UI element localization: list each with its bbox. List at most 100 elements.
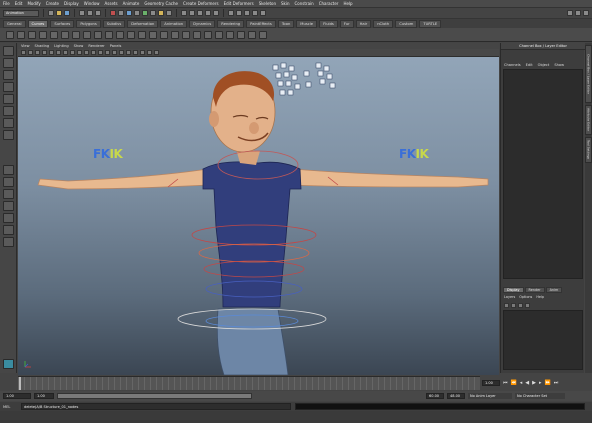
current-frame-field[interactable]: 1.00 [482, 380, 500, 386]
shadows-icon[interactable] [126, 50, 131, 55]
bookmark-icon[interactable] [35, 50, 40, 55]
shelf-tab-toon[interactable]: Toon [277, 19, 295, 28]
outliner-layout-icon[interactable] [3, 237, 14, 247]
wireframe-on-shaded-icon[interactable] [105, 50, 110, 55]
move-layer-down-icon[interactable] [511, 302, 516, 308]
paint-select-tool-icon[interactable] [3, 70, 14, 80]
select-dynamics-icon[interactable] [150, 10, 156, 16]
safe-action-icon[interactable] [84, 50, 89, 55]
menu-create[interactable]: Create [46, 1, 59, 6]
render-view-icon[interactable] [236, 10, 242, 16]
menu-file[interactable]: File [3, 1, 10, 6]
channels-menu[interactable]: Channels [504, 63, 521, 67]
command-input[interactable]: delete(A/B Structure_01_nodes [21, 403, 291, 410]
menu-skin[interactable]: Skin [281, 1, 290, 6]
viewport-menu-panels[interactable]: Panels [110, 44, 122, 48]
isolate-select-icon[interactable] [147, 50, 152, 55]
attach-curves-icon[interactable] [83, 30, 91, 39]
last-tool-icon[interactable] [3, 130, 14, 140]
textured-icon[interactable] [112, 50, 117, 55]
menu-animate[interactable]: Animate [123, 1, 140, 6]
new-layer-icon[interactable] [518, 302, 523, 308]
resolution-gate-icon[interactable] [63, 50, 68, 55]
shelf-tab-muscle[interactable]: Muscle [296, 19, 318, 28]
range-end-field[interactable]: 60.00 [426, 393, 444, 399]
camera-attributes-icon[interactable] [28, 50, 33, 55]
playback-range-bar[interactable] [57, 393, 252, 399]
planar-icon[interactable] [182, 30, 190, 39]
menu-edit[interactable]: Edit [15, 1, 23, 6]
start-time-field[interactable]: 1.00 [3, 393, 31, 399]
range-start-field[interactable]: 1.00 [34, 393, 54, 399]
image-plane-icon[interactable] [42, 50, 47, 55]
tab-anim[interactable]: Anim [545, 286, 563, 293]
go-to-end-icon[interactable]: ⏭ [554, 380, 559, 386]
time-slider[interactable] [18, 376, 499, 390]
xray-joints-icon[interactable] [140, 50, 145, 55]
menu-help[interactable]: Help [343, 1, 352, 6]
go-to-start-icon[interactable]: ⏮ [503, 380, 508, 386]
end-time-field[interactable]: 48.00 [447, 393, 465, 399]
show-attribute-editor-icon[interactable] [567, 10, 573, 16]
viewport-menu-shading[interactable]: Shading [35, 44, 50, 48]
menu-geometry-cache[interactable]: Geometry Cache [144, 1, 178, 6]
step-back-frame-icon[interactable]: ◂ [520, 380, 523, 386]
square-icon[interactable] [61, 30, 69, 39]
select-deformations-icon[interactable] [142, 10, 148, 16]
revolve-icon[interactable] [149, 30, 157, 39]
field-chart-icon[interactable] [77, 50, 82, 55]
shelf-tab-general[interactable]: General [3, 19, 26, 28]
shelf-tab-painteffects[interactable]: PaintEffects [246, 19, 276, 28]
menu-constrain[interactable]: Constrain [295, 1, 314, 6]
render-settings-icon[interactable] [260, 10, 266, 16]
shelf-tab-subdivs[interactable]: Subdivs [102, 19, 126, 28]
menu-set-dropdown[interactable]: Animation [3, 9, 39, 17]
viewport-menu-lighting[interactable]: Lighting [54, 44, 69, 48]
shelf-tab-fur[interactable]: Fur [339, 19, 354, 28]
detach-curves-icon[interactable] [94, 30, 102, 39]
snap-view-plane-icon[interactable] [205, 10, 211, 16]
open-scene-icon[interactable] [56, 10, 62, 16]
shelf-tab-ncloth[interactable]: nCloth [373, 19, 394, 28]
select-misc-icon[interactable] [166, 10, 172, 16]
select-component-icon[interactable] [95, 10, 101, 16]
menu-assets[interactable]: Assets [105, 1, 118, 6]
persp-graph-layout-icon[interactable] [3, 213, 14, 223]
shelf-tab-deformation[interactable]: Deformation [127, 19, 159, 28]
persp-outliner-layout-icon[interactable] [3, 201, 14, 211]
select-tool-icon[interactable] [3, 46, 14, 56]
shelf-tab-hair[interactable]: Hair [355, 19, 372, 28]
step-forward-frame-icon[interactable]: ▸ [539, 380, 542, 386]
current-time-marker[interactable] [19, 377, 21, 390]
show-menu[interactable]: Show [554, 63, 564, 67]
shelf-tab-turtle[interactable]: TURTLE [419, 19, 442, 28]
viewport-menu-renderer[interactable]: Renderer [88, 44, 104, 48]
make-live-icon[interactable] [213, 10, 219, 16]
fillet-icon[interactable] [259, 30, 267, 39]
fkik-switch-left[interactable]: FKIK [93, 147, 123, 161]
save-scene-icon[interactable] [64, 10, 70, 16]
project-curve-icon[interactable] [237, 30, 245, 39]
channel-list[interactable] [503, 69, 583, 279]
scale-tool-icon[interactable] [3, 106, 14, 116]
tab-render[interactable]: Render [524, 286, 545, 293]
play-forwards-icon[interactable]: ▶ [532, 380, 536, 386]
fkik-switch-right[interactable]: FKIK [399, 147, 429, 161]
layer-list[interactable] [503, 310, 583, 370]
xray-icon[interactable] [133, 50, 138, 55]
new-layer-selected-icon[interactable] [525, 302, 530, 308]
menu-skeleton[interactable]: Skeleton [259, 1, 276, 6]
menu-edit-deformers[interactable]: Edit Deformers [224, 1, 254, 6]
select-handles-icon[interactable] [110, 10, 116, 16]
select-rendering-icon[interactable] [158, 10, 164, 16]
extrude-icon[interactable] [171, 30, 179, 39]
pencil-curve-icon[interactable] [28, 30, 36, 39]
loft-icon[interactable] [160, 30, 168, 39]
move-tool-icon[interactable] [3, 82, 14, 92]
shelf-tab-polygons[interactable]: Polygons [76, 19, 101, 28]
single-pane-layout-icon[interactable] [3, 165, 14, 175]
ep-curve-icon[interactable] [17, 30, 25, 39]
help-menu[interactable]: Help [536, 295, 544, 299]
select-surfaces-icon[interactable] [134, 10, 140, 16]
viewport-menu-view[interactable]: View [21, 44, 30, 48]
